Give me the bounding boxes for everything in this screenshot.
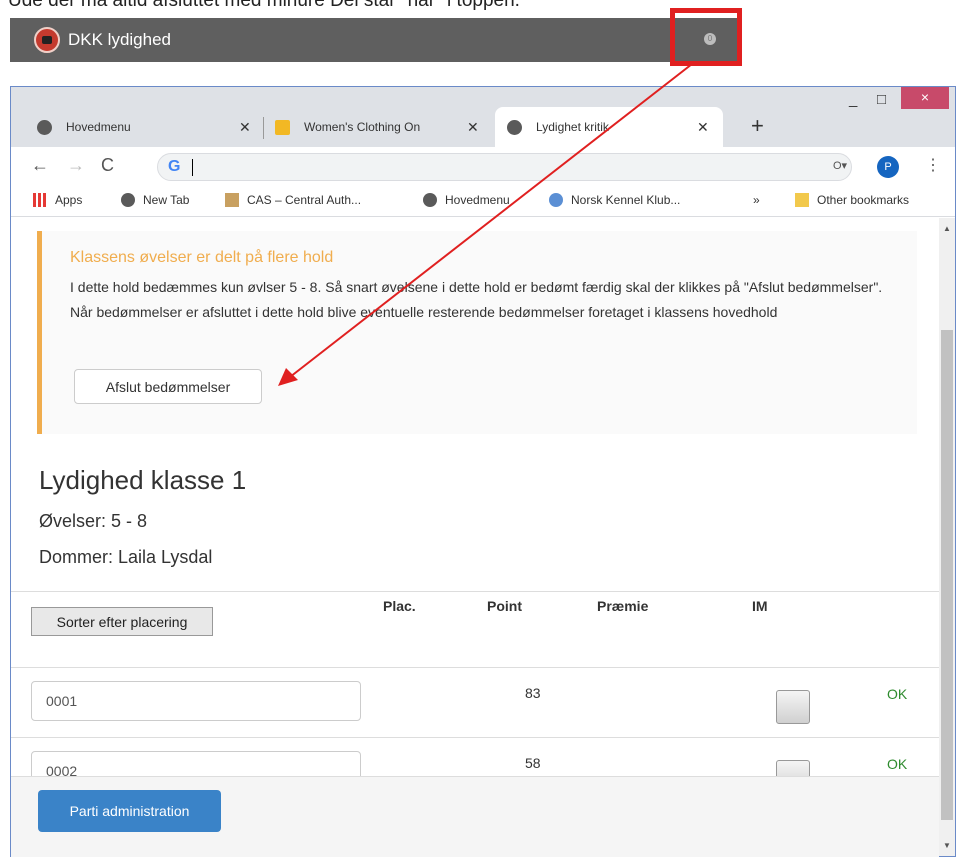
cas-icon — [225, 193, 239, 207]
annotation-highlight-box — [670, 8, 742, 66]
minimize-button[interactable]: _ — [849, 91, 857, 108]
point-value: 83 — [525, 685, 541, 701]
column-header-plac: Plac. — [383, 598, 416, 614]
afslut-bedommelser-button[interactable]: Afslut bedømmelser — [74, 369, 262, 404]
new-tab-button[interactable]: + — [751, 113, 764, 139]
page-title: Lydighed klasse 1 — [39, 465, 247, 495]
app-bar: DKK lydighed 0 — [10, 18, 742, 62]
key-icon[interactable]: O▾ — [833, 159, 847, 172]
bookmark-label: Norsk Kennel Klub... — [571, 193, 681, 207]
column-header-im: IM — [752, 598, 768, 614]
address-bar[interactable]: G — [157, 153, 852, 181]
dommer-label: Dommer: Laila Lysdal — [39, 547, 213, 567]
ovelser-label: Øvelser: 5 - 8 — [39, 511, 148, 531]
globe-icon — [507, 119, 522, 135]
column-header-praemie: Præmie — [597, 598, 649, 614]
scrollbar-thumb[interactable] — [941, 330, 953, 820]
tab-hovedmenu[interactable]: Hovedmenu ✕ — [37, 107, 262, 147]
google-icon: G — [168, 158, 181, 175]
close-tab-icon[interactable]: ✕ — [239, 119, 251, 136]
sort-button[interactable]: Sorter efter placering — [31, 607, 213, 636]
tab-label: Hovedmenu — [66, 120, 131, 134]
bookmark-apps[interactable]: Apps — [33, 193, 82, 207]
im-checkbox[interactable] — [776, 690, 810, 724]
parti-administration-button[interactable]: Parti administration — [38, 790, 221, 832]
menu-kebab-icon[interactable]: ⋮ — [925, 155, 941, 175]
globe-icon — [423, 193, 437, 207]
bookmark-cas[interactable]: CAS – Central Auth... — [225, 193, 361, 207]
bookmark-other[interactable]: Other bookmarks — [795, 193, 909, 207]
divider — [11, 737, 939, 738]
divider — [11, 591, 939, 592]
app-title: DKK lydighed — [68, 30, 172, 49]
tab-strip: Hovedmenu ✕ Women's Clothing On ✕ Lydigh… — [11, 87, 955, 147]
tab-label: Lydighet kritik — [536, 120, 609, 134]
tab-separator — [263, 117, 264, 139]
bookmark-label: Other bookmarks — [817, 193, 910, 207]
back-icon[interactable]: ← — [31, 155, 49, 176]
tab-womens-clothing[interactable]: Women's Clothing On ✕ — [275, 107, 497, 147]
bookmark-label: Apps — [55, 193, 83, 207]
apps-grid-icon — [33, 193, 47, 207]
page-footer: Parti administration — [11, 776, 939, 857]
browser-toolbar: ← → C G O▾ P ⋮ — [11, 147, 955, 185]
maximize-button[interactable]: □ — [877, 91, 886, 108]
close-window-button[interactable]: × — [901, 87, 949, 109]
profile-avatar[interactable]: P — [877, 156, 899, 178]
bookmarks-overflow[interactable]: » — [753, 193, 760, 207]
bookmark-hovedmenu[interactable]: Hovedmenu — [423, 193, 510, 207]
bookmark-new-tab[interactable]: New Tab — [121, 193, 189, 207]
status-ok: OK — [887, 756, 908, 772]
bookmarks-bar: Apps New Tab CAS – Central Auth... Hoved… — [11, 185, 955, 217]
browser-window: Hovedmenu ✕ Women's Clothing On ✕ Lydigh… — [10, 86, 956, 857]
alert-title: Klassens øvelser er delt på flere hold — [70, 249, 334, 266]
divider — [11, 667, 939, 668]
reload-icon[interactable]: C — [101, 155, 114, 176]
warning-alert: Klassens øvelser er delt på flere hold I… — [37, 231, 917, 434]
page-content: Klassens øvelser er delt på flere hold I… — [11, 218, 939, 857]
screenshot-page: Ude der ma altid afsluttet med minure De… — [0, 0, 959, 857]
nkk-icon — [549, 193, 563, 207]
tab-lydighet-kritik[interactable]: Lydighet kritik ✕ — [495, 107, 723, 147]
globe-icon — [37, 119, 52, 135]
vertical-scrollbar[interactable]: ▲ ▼ — [939, 218, 955, 856]
scroll-down-icon[interactable]: ▼ — [943, 841, 951, 850]
dkk-logo-icon — [34, 27, 60, 53]
document-caption: Ude der ma altid afsluttet med minure De… — [8, 0, 520, 11]
participant-input[interactable]: 0001 — [31, 681, 361, 721]
amazon-icon — [275, 119, 290, 135]
text-cursor — [192, 159, 193, 176]
bookmark-label: Hovedmenu — [445, 193, 510, 207]
point-value: 58 — [525, 755, 541, 771]
bookmark-label: New Tab — [143, 193, 190, 207]
bookmark-label: CAS – Central Auth... — [247, 193, 362, 207]
status-ok: OK — [887, 686, 908, 702]
forward-icon[interactable]: → — [67, 155, 85, 176]
close-tab-icon[interactable]: ✕ — [467, 119, 479, 136]
folder-icon — [795, 193, 809, 207]
close-tab-icon[interactable]: ✕ — [697, 119, 709, 136]
bookmark-nkk[interactable]: Norsk Kennel Klub... — [549, 193, 680, 207]
alert-body: I dette hold bedæmmes kun øvlser 5 - 8. … — [70, 279, 883, 320]
column-header-point: Point — [487, 598, 522, 614]
globe-icon — [121, 193, 135, 207]
tab-label: Women's Clothing On — [304, 120, 421, 134]
scroll-up-icon[interactable]: ▲ — [943, 224, 951, 233]
